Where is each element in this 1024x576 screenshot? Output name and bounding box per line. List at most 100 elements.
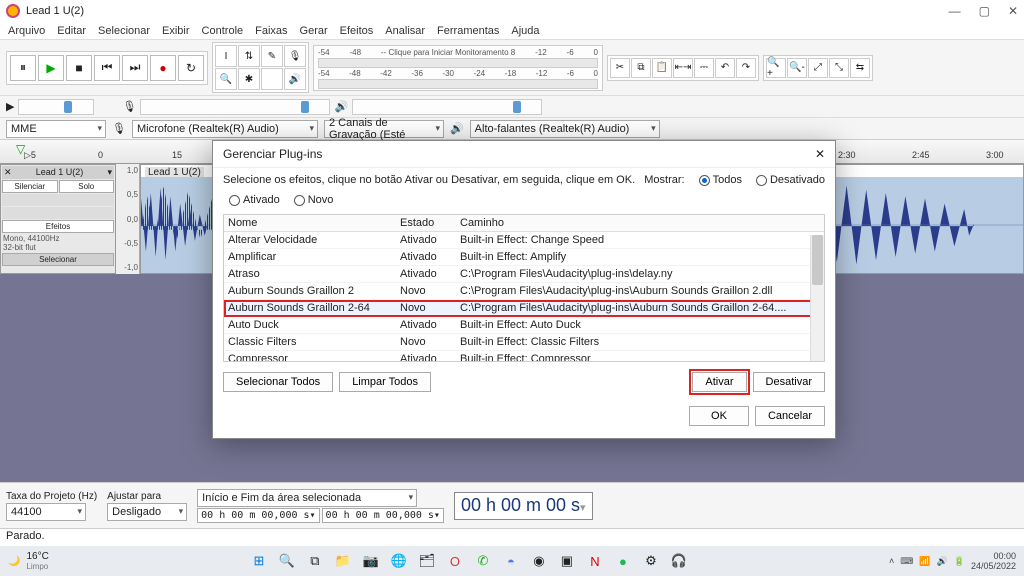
clear-all-button[interactable]: Limpar Todos <box>339 372 431 392</box>
pause-button[interactable]: ⏸ <box>10 55 36 81</box>
filter-enabled-radio[interactable]: Ativado <box>229 194 280 206</box>
col-header-path[interactable]: Caminho <box>456 215 824 231</box>
search-icon[interactable]: 🔍 <box>276 550 298 572</box>
selection-end-field[interactable]: 00 h 00 m 00,000 s▾ <box>322 508 444 523</box>
epic-icon[interactable]: ▣ <box>556 550 578 572</box>
plugin-row[interactable]: Classic FiltersNovoBuilt-in Effect: Clas… <box>224 334 824 351</box>
menu-exibir[interactable]: Exibir <box>162 25 190 37</box>
zoom-in-icon[interactable]: 🔍+ <box>766 58 786 78</box>
taskview-icon[interactable]: ⧉ <box>304 550 326 572</box>
selection-start-field[interactable]: 00 h 00 m 00,000 s▾ <box>197 508 319 523</box>
cut-icon[interactable]: ✂ <box>610 58 630 78</box>
plugin-row[interactable]: Auto DuckAtivadoBuilt-in Effect: Auto Du… <box>224 317 824 334</box>
multi-tool-icon[interactable]: ✱ <box>238 68 260 90</box>
play-speed-slider[interactable] <box>18 99 94 115</box>
plugin-row[interactable]: AtrasoAtivadoC:\Program Files\Audacity\p… <box>224 266 824 283</box>
plugin-row[interactable]: Alterar VelocidadeAtivadoBuilt-in Effect… <box>224 232 824 249</box>
explorer-icon[interactable]: 📁 <box>332 550 354 572</box>
filter-all-radio[interactable]: Todos <box>699 174 742 186</box>
camera-icon[interactable]: 📷 <box>360 550 382 572</box>
filter-disabled-radio[interactable]: Desativado <box>756 174 825 186</box>
recording-channels-combo[interactable]: 2 Canais de Gravação (Esté <box>324 120 444 138</box>
tray-date[interactable]: 24/05/2022 <box>971 561 1016 571</box>
app-icon-1[interactable]: ⚙ <box>640 550 662 572</box>
menu-arquivo[interactable]: Arquivo <box>8 25 45 37</box>
menu-editar[interactable]: Editar <box>57 25 86 37</box>
disable-button[interactable]: Desativar <box>753 372 825 392</box>
play-button[interactable]: ▶ <box>38 55 64 81</box>
select-all-button[interactable]: Selecionar Todos <box>223 372 333 392</box>
copy-icon[interactable]: ⧉ <box>631 58 651 78</box>
play-speed-icon[interactable]: ▶ <box>6 100 14 113</box>
track-control-panel[interactable]: ✕Lead 1 U(2)▾ SilenciarSolo Efeitos Mono… <box>0 164 116 274</box>
plugin-row[interactable]: Auburn Sounds Graillon 2NovoC:\Program F… <box>224 283 824 300</box>
mute-button[interactable]: Silenciar <box>2 180 58 193</box>
close-button[interactable]: ✕ <box>1008 4 1018 18</box>
plugin-list[interactable]: Nome Estado Caminho Alterar VelocidadeAt… <box>223 214 825 362</box>
track-close-icon[interactable]: ✕ <box>4 167 12 178</box>
speaker-level-icon[interactable]: 🔊 <box>284 68 306 90</box>
enable-button[interactable]: Ativar <box>692 372 746 392</box>
start-button[interactable]: ⊞ <box>248 550 270 572</box>
zoom-out-icon[interactable]: 🔍- <box>787 58 807 78</box>
files-icon[interactable]: 🗂 <box>416 550 438 572</box>
menu-ajuda[interactable]: Ajuda <box>511 25 539 37</box>
track-effects-button[interactable]: Efeitos <box>2 220 114 233</box>
redo-icon[interactable]: ↷ <box>736 58 756 78</box>
playback-device-combo[interactable]: Alto-falantes (Realtek(R) Audio) <box>470 120 660 138</box>
audio-host-combo[interactable]: MME <box>6 120 106 138</box>
tray-language[interactable]: ⌨ <box>900 556 913 567</box>
paste-icon[interactable]: 📋 <box>652 58 672 78</box>
selection-tool-icon[interactable]: I <box>215 45 237 67</box>
record-button[interactable]: ● <box>150 55 176 81</box>
selection-mode-combo[interactable]: Início e Fim da área selecionada <box>197 489 417 507</box>
silence-icon[interactable]: ⎓ <box>694 58 714 78</box>
fit-project-icon[interactable]: ⤡ <box>829 58 849 78</box>
tray-battery-icon[interactable]: 🔋 <box>954 556 965 567</box>
project-rate-combo[interactable]: 44100 <box>6 503 86 521</box>
dialog-close-button[interactable]: ✕ <box>815 147 825 161</box>
minimize-button[interactable]: — <box>949 4 961 18</box>
envelope-tool-icon[interactable]: ⇅ <box>238 45 260 67</box>
track-name[interactable]: Lead 1 U(2) <box>36 167 84 178</box>
recording-device-combo[interactable]: Microfone (Realtek(R) Audio) <box>132 120 318 138</box>
whatsapp-icon[interactable]: ✆ <box>472 550 494 572</box>
tray-volume-icon[interactable]: 🔊 <box>937 556 948 567</box>
solo-button[interactable]: Solo <box>59 180 115 193</box>
filter-new-radio[interactable]: Novo <box>294 194 334 206</box>
menu-faixas[interactable]: Faixas <box>255 25 287 37</box>
taskbar-weather[interactable]: 🌙 16°CLimpo <box>8 551 49 571</box>
recording-meter[interactable]: -54 -48 -- Clique para Iniciar Monitoram… <box>313 45 603 91</box>
plugin-row-selected[interactable]: Auburn Sounds Graillon 2-64NovoC:\Progra… <box>224 300 824 317</box>
discord-icon[interactable]: ◓ <box>500 550 522 572</box>
recording-volume-slider[interactable] <box>140 99 330 115</box>
opera-icon[interactable]: O <box>444 550 466 572</box>
menu-ferramentas[interactable]: Ferramentas <box>437 25 499 37</box>
tray-wifi-icon[interactable]: 📶 <box>919 556 930 567</box>
tray-chevron-icon[interactable]: ˄ <box>889 556 894 566</box>
undo-icon[interactable]: ↶ <box>715 58 735 78</box>
menu-gerar[interactable]: Gerar <box>300 25 328 37</box>
menu-efeitos[interactable]: Efeitos <box>340 25 374 37</box>
skip-start-button[interactable]: ⏮ <box>94 55 120 81</box>
track-gain-slider[interactable] <box>2 194 114 206</box>
tray-time[interactable]: 00:00 <box>971 551 1016 561</box>
col-header-state[interactable]: Estado <box>396 215 456 231</box>
track-pan-slider[interactable] <box>2 207 114 219</box>
maximize-button[interactable]: ▢ <box>979 4 990 18</box>
steam-icon[interactable]: ◉ <box>528 550 550 572</box>
skip-end-button[interactable]: ⏭ <box>122 55 148 81</box>
audacity-taskbar-icon[interactable]: 🎧 <box>668 550 690 572</box>
spotify-icon[interactable]: ● <box>612 550 634 572</box>
menu-controle[interactable]: Controle <box>202 25 244 37</box>
menu-analisar[interactable]: Analisar <box>385 25 425 37</box>
plugin-row[interactable]: AmplificarAtivadoBuilt-in Effect: Amplif… <box>224 249 824 266</box>
draw-tool-icon[interactable]: ✎ <box>261 45 283 67</box>
mic-level-icon[interactable]: 🎙 <box>284 45 306 67</box>
zoom-toggle-icon[interactable]: ⇆ <box>850 58 870 78</box>
loop-button[interactable]: ↻ <box>178 55 204 81</box>
zoom-tool-icon[interactable]: 🔍 <box>215 68 237 90</box>
track-menu-icon[interactable]: ▾ <box>107 167 112 178</box>
plugin-row[interactable]: CompressorAtivadoBuilt-in Effect: Compre… <box>224 351 824 362</box>
menu-selecionar[interactable]: Selecionar <box>98 25 150 37</box>
